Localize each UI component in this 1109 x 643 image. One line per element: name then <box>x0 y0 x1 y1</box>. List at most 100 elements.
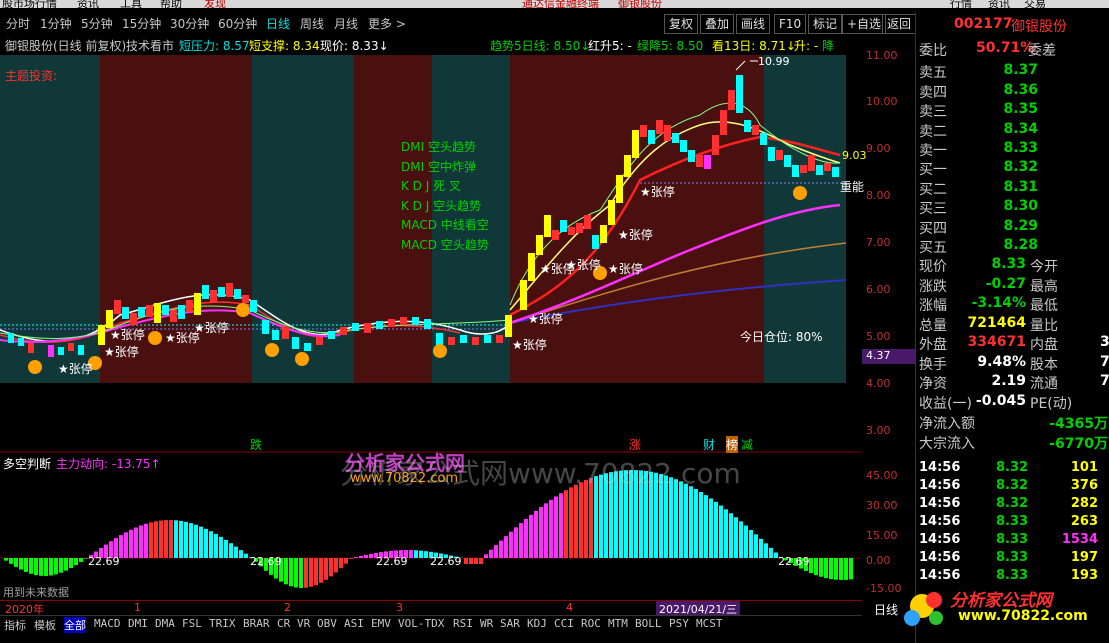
quote-row-label: 换手 <box>919 356 947 373</box>
mark-button[interactable]: 标记 <box>808 14 843 34</box>
indicator-tab-全部[interactable]: 全部 <box>64 617 86 633</box>
period-tab-1min[interactable]: 1分钟 <box>40 15 72 32</box>
histogram-bar <box>24 558 28 572</box>
f10-button[interactable]: F10 <box>774 14 807 34</box>
period-tab-5min[interactable]: 5分钟 <box>81 15 113 32</box>
indicator-tab-mtm[interactable]: MTM <box>608 617 628 630</box>
menu-info[interactable]: 资讯 <box>988 0 1010 8</box>
bid-row-value: 8.30 <box>1003 198 1038 214</box>
quote-row-value2: 38 <box>1100 334 1109 350</box>
indicator-tab-vol-tdx[interactable]: VOL-TDX <box>398 617 444 630</box>
indicator-tab-cci[interactable]: CCI <box>554 617 574 630</box>
add-favorite-button[interactable]: +自选 <box>842 14 887 34</box>
indicator-tab-boll[interactable]: BOLL <box>635 617 662 630</box>
tick-row: 14:56 8.32 282 <box>916 496 1109 514</box>
event-mark-finance[interactable]: 财 <box>703 436 715 453</box>
period-tab-15min[interactable]: 15分钟 <box>122 15 161 32</box>
indicator-tab-mcst[interactable]: MCST <box>696 617 723 630</box>
analysis-mode: 技术看市 <box>126 39 175 53</box>
ask-row: 卖三 8.35 <box>916 101 1109 120</box>
menu-quote[interactable]: 行情 <box>950 0 972 8</box>
indicator-tab-obv[interactable]: OBV <box>317 617 337 630</box>
back-button[interactable]: 返回 <box>882 14 917 34</box>
period-tab-weekly[interactable]: 周线 <box>300 15 324 32</box>
histogram-bar <box>204 528 208 558</box>
period-tab-more[interactable]: 更多 > <box>368 15 406 32</box>
logo-url: www.70822.com <box>958 608 1088 624</box>
indicator-tab-trix[interactable]: TRIX <box>209 617 236 630</box>
histogram-bar <box>344 558 348 564</box>
indicator-tab-kdj[interactable]: KDJ <box>527 617 547 630</box>
overlay-button[interactable]: 叠加 <box>700 14 735 34</box>
theme-investment-label: 主题投资: <box>5 69 58 83</box>
period-label: 日线 <box>874 603 899 617</box>
quote-row: 现价 8.33 今开 <box>916 256 1109 275</box>
quote-row-label: 净资 <box>919 376 947 392</box>
quote-row: 收益(一) -0.045 PE(动) <box>916 393 1109 412</box>
histogram-bar <box>234 546 238 558</box>
histogram-bar <box>189 523 193 558</box>
menu-help[interactable]: 帮助 <box>160 0 182 8</box>
indicator-tab-emv[interactable]: EMV <box>371 617 391 630</box>
quote-row-label: 外盘 <box>919 337 947 353</box>
histogram-bar <box>64 558 68 571</box>
tick-time: 14:56 <box>919 460 961 475</box>
period-tab-30min[interactable]: 30分钟 <box>170 15 209 32</box>
event-mark-rise[interactable]: 涨 <box>629 436 641 453</box>
signal-macd-mid: MACD 中线看空 <box>401 218 489 232</box>
event-mark-rank[interactable]: 榜 <box>726 436 739 453</box>
histogram-bar <box>299 558 303 588</box>
quote-row-label2: 最高 <box>1030 278 1058 295</box>
period-tab-timeshare[interactable]: 分时 <box>6 15 30 32</box>
menu-market[interactable]: 股市场行情 <box>2 0 57 8</box>
indicator-tab-wr[interactable]: WR <box>480 617 493 630</box>
indicator-tab-roc[interactable]: ROC <box>581 617 601 630</box>
short-resistance: 短压力: 8.57 <box>179 39 250 53</box>
quote-row-value: 334671 <box>967 334 1026 350</box>
menu-discover[interactable]: 发现 <box>204 0 226 8</box>
histogram-bar <box>49 558 53 576</box>
quote-row-value2: 7 <box>1100 353 1109 370</box>
tick-price: 8.32 <box>996 460 1029 475</box>
histogram-bar <box>839 558 843 580</box>
indicator-tab-指标[interactable]: 指标 <box>4 617 26 633</box>
event-mark-fall[interactable]: 跌 <box>250 436 262 453</box>
period-tab-daily[interactable]: 日线 <box>266 15 290 32</box>
indicator-tab-fsl[interactable]: FSL <box>182 617 202 630</box>
indicator-tab-sar[interactable]: SAR <box>500 617 520 630</box>
histogram-bar <box>559 493 563 558</box>
indicator-tab-asi[interactable]: ASI <box>344 617 364 630</box>
histogram-bar <box>544 503 548 558</box>
period-tab-60min[interactable]: 60分钟 <box>218 15 257 32</box>
tick-volume: 101 <box>1070 460 1098 475</box>
fall-indicator: 降 <box>822 39 835 53</box>
indicator-tab-macd[interactable]: MACD <box>94 617 121 630</box>
menu-news[interactable]: 资讯 <box>77 0 99 8</box>
ask-row-value: 8.37 <box>1003 62 1038 78</box>
period-tab-monthly[interactable]: 月线 <box>334 15 358 32</box>
tick-time: 14:56 <box>919 550 961 565</box>
ask-row-value: 8.36 <box>1003 81 1038 98</box>
indicator-tab-模板[interactable]: 模板 <box>34 617 56 633</box>
menu-tools[interactable]: 工具 <box>120 0 142 8</box>
indicator-tab-psy[interactable]: PSY <box>669 617 689 630</box>
indicator-tab-brar[interactable]: BRAR <box>243 617 270 630</box>
quote-row-value: -3.14% <box>971 295 1026 311</box>
indicator-tab-cr[interactable]: CR <box>277 617 290 630</box>
histogram-bar <box>164 520 168 558</box>
month-label: 2 <box>284 601 291 614</box>
indicator-tab-dmi[interactable]: DMI <box>128 617 148 630</box>
tick-price: 8.33 <box>996 532 1029 547</box>
restore-right-button[interactable]: 复权 <box>664 14 699 34</box>
histogram-bar <box>324 558 328 580</box>
quote-row-label2: 流通 <box>1030 376 1058 392</box>
indicator-tab-vr[interactable]: VR <box>297 617 310 630</box>
ask-row-value: 8.35 <box>1003 101 1038 117</box>
menu-trade[interactable]: 交易 <box>1024 0 1046 8</box>
event-mark-reduce[interactable]: 减 <box>741 436 753 453</box>
indicator-tab-rsi[interactable]: RSI <box>453 617 473 630</box>
level-label: 22.69 <box>430 555 462 568</box>
histogram-bar <box>9 558 13 564</box>
draw-line-button[interactable]: 画线 <box>736 14 771 34</box>
indicator-tab-dma[interactable]: DMA <box>155 617 175 630</box>
